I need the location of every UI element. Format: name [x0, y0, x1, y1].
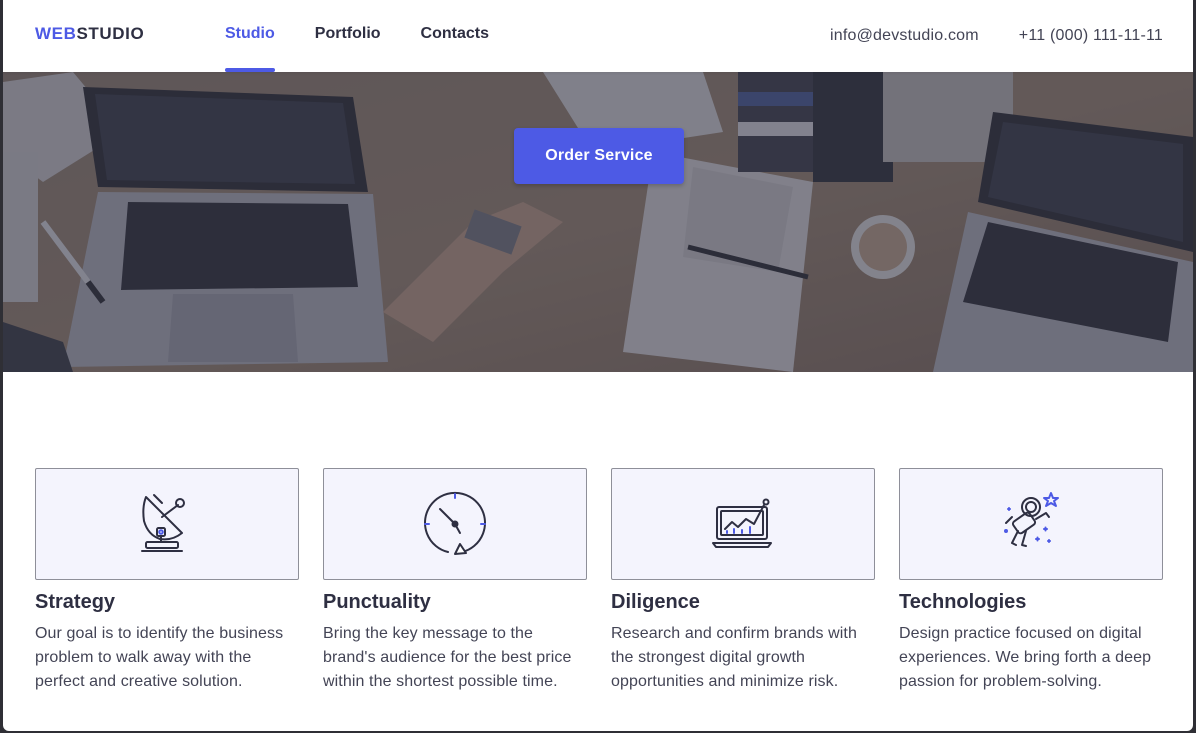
feature-title: Strategy	[35, 591, 116, 613]
features-section: Strategy Our goal is to identify the bus…	[35, 468, 1163, 694]
site-header: WEBSTUDIO Studio Portfolio Contacts info…	[3, 0, 1193, 72]
feature-icon-box	[35, 468, 299, 580]
feature-title: Diligence	[611, 591, 700, 613]
hero-overlay	[3, 72, 1193, 372]
logo-web: WEB	[35, 24, 77, 43]
hero-section: Order Service	[3, 72, 1193, 372]
page: WEBSTUDIO Studio Portfolio Contacts info…	[3, 0, 1193, 731]
feature-title: Punctuality	[323, 591, 431, 613]
feature-text: Bring the key message to the brand's aud…	[323, 625, 572, 690]
header-contacts: info@devstudio.com +11 (000) 111-11-11	[790, 0, 1163, 72]
feature-card-technologies: Technologies Design practice focused on …	[899, 468, 1163, 694]
phone-link[interactable]: +11 (000) 111-11-11	[1019, 27, 1163, 45]
feature-text: Research and confirm brands with the str…	[611, 625, 857, 690]
feature-icon-box	[899, 468, 1163, 580]
astronaut-icon	[1004, 492, 1059, 547]
feature-title: Technologies	[899, 591, 1027, 613]
main-nav: Studio Portfolio Contacts	[225, 0, 529, 72]
nav-link-contacts[interactable]: Contacts	[421, 0, 489, 72]
satellite-dish-icon	[141, 494, 185, 552]
logo-studio: STUDIO	[76, 24, 145, 43]
feature-icon-box	[611, 468, 875, 580]
feature-text: Design practice focused on digital exper…	[899, 625, 1152, 690]
clock-icon	[424, 491, 486, 555]
nav-link-studio[interactable]: Studio	[225, 0, 275, 72]
email-link[interactable]: info@devstudio.com	[830, 27, 979, 45]
feature-icon-box	[323, 468, 587, 580]
nav-link-portfolio[interactable]: Portfolio	[315, 0, 381, 72]
feature-card-strategy: Strategy Our goal is to identify the bus…	[35, 468, 299, 694]
logo[interactable]: WEBSTUDIO	[35, 24, 144, 44]
feature-text: Our goal is to identify the business pro…	[35, 625, 284, 690]
order-service-button[interactable]: Order Service	[514, 128, 684, 184]
laptop-chart-icon	[712, 498, 772, 548]
feature-card-punctuality: Punctuality Bring the key message to the…	[323, 468, 587, 694]
feature-card-diligence: Diligence Research and confirm brands wi…	[611, 468, 875, 694]
